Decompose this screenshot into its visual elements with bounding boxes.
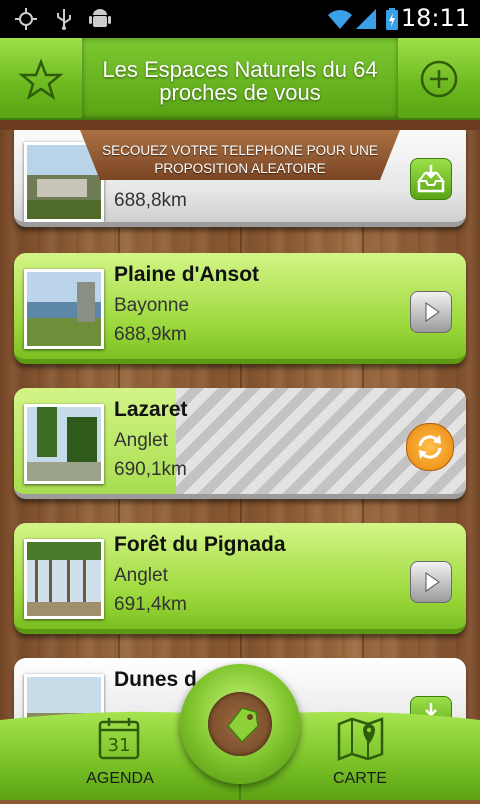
refresh-button[interactable] [406,423,454,471]
carte-label[interactable]: CARTE [300,770,420,788]
item-city: Anglet [114,565,168,586]
map-button[interactable] [336,716,386,762]
tag-button[interactable] [180,664,300,784]
usb-icon [57,9,71,30]
list-item[interactable]: Lazaret Anglet 690,1km [14,388,466,499]
title-line-1: Les Espaces Naturels du 64 [102,57,378,82]
calendar-icon: 31 [98,718,140,760]
item-title: Forêt du Pignada [114,533,286,556]
wifi-icon [328,10,352,29]
shake-banner: SECOUEZ VOTRE TELEPHONE POUR UNE PROPOSI… [0,120,480,188]
map-icon [337,717,384,761]
play-button[interactable] [410,561,452,603]
item-distance: 688,9km [114,324,187,345]
thumbnail [24,539,104,619]
item-distance: 690,1km [114,459,187,480]
banner-line-1: SECOUEZ VOTRE TELEPHONE POUR UNE [102,143,378,158]
star-icon [18,58,64,100]
app-header: Les Espaces Naturels du 64 proches de vo… [0,38,480,120]
banner-line-2: PROPOSITION ALEATOIRE [154,161,326,176]
calendar-day: 31 [108,735,131,756]
status-bar: 18:11 [0,0,480,38]
tag-icon [227,707,259,744]
item-distance: 688,8km [114,190,187,211]
item-title: Dunes d [114,668,197,691]
favorites-button[interactable] [0,38,82,118]
thumbnail [24,269,104,349]
plus-circle-icon [420,60,458,98]
item-title: Plaine d'Ansot [114,263,260,286]
status-time: 18:11 [400,4,470,32]
thumbnail [24,404,104,484]
play-icon [425,572,440,592]
battery-icon [386,8,398,30]
play-icon [425,302,440,322]
refresh-icon [418,435,442,459]
play-button[interactable] [410,291,452,333]
item-city: Anglet [114,430,168,451]
list-item[interactable]: Plaine d'Ansot Bayonne 688,9km [14,253,466,364]
tag-button-inner [208,692,272,756]
title-line-2: proches de vous [159,80,321,105]
page-title: Les Espaces Naturels du 64 proches de vo… [82,58,398,104]
add-button[interactable] [398,38,480,118]
agenda-label[interactable]: AGENDA [60,770,180,788]
android-debug-icon [89,9,111,27]
banner-text: SECOUEZ VOTRE TELEPHONE POUR UNE PROPOSI… [90,142,390,178]
agenda-button[interactable]: 31 [96,716,144,762]
gps-icon [15,8,37,30]
item-distance: 691,4km [114,594,187,615]
item-title: Lazaret [114,398,188,421]
item-city: Bayonne [114,295,190,316]
list-item[interactable]: Forêt du Pignada Anglet 691,4km [14,523,466,634]
signal-icon [356,9,376,29]
